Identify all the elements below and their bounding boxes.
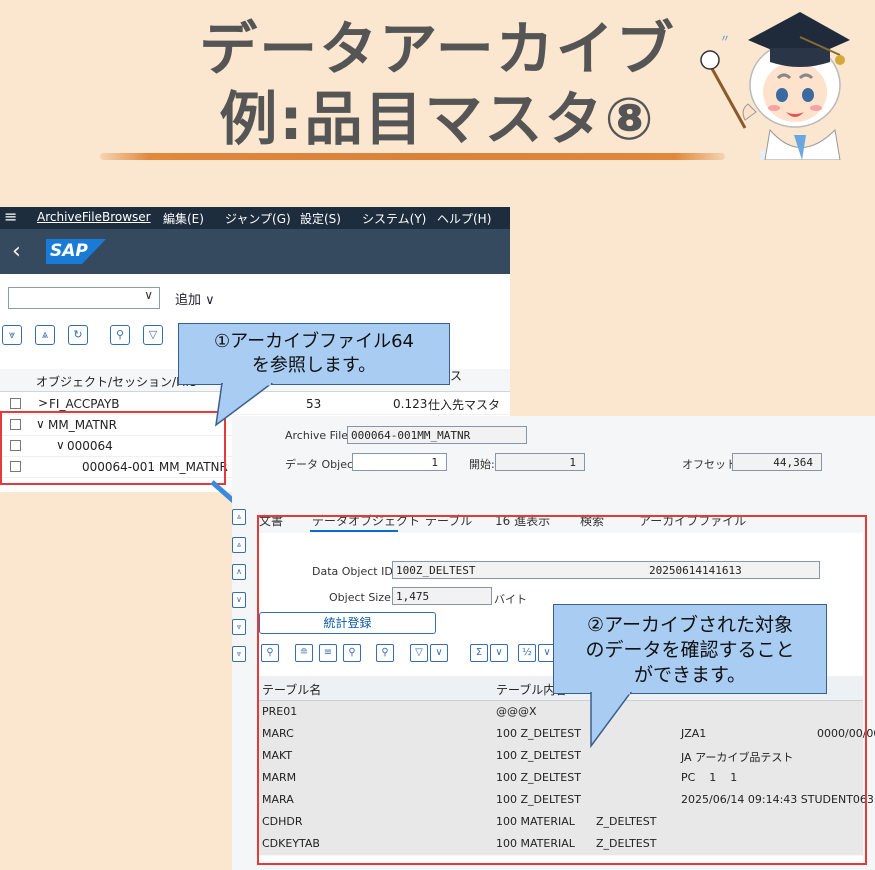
back-chevron-icon[interactable]: ‹ bbox=[12, 239, 21, 264]
start-field[interactable]: 1 bbox=[495, 453, 585, 471]
refresh-icon[interactable]: ↻ bbox=[68, 325, 88, 345]
tree-header-label: オブジェクト/セッション/File bbox=[36, 375, 197, 389]
offset-field[interactable]: 44,364 bbox=[732, 453, 822, 471]
menu-item-edit[interactable]: 編集(E) bbox=[163, 210, 204, 227]
filter-icon[interactable]: ▽ bbox=[143, 325, 163, 345]
row-size: 0.123 bbox=[393, 397, 428, 411]
data-object-label: データ Object: bbox=[285, 458, 362, 471]
menu-item-system[interactable]: システム(Y) bbox=[362, 210, 426, 227]
menu-item-jump[interactable]: ジャンプ(G) bbox=[225, 210, 291, 227]
brush-underline bbox=[100, 153, 725, 160]
expand-chevron-icon[interactable]: > bbox=[38, 396, 48, 410]
search-icon[interactable]: ⚲ bbox=[110, 325, 130, 345]
data-object-field[interactable]: 1 bbox=[352, 453, 447, 471]
prev-icon[interactable]: ∧ bbox=[232, 564, 246, 580]
professor-illustration: 〃 bbox=[700, 12, 850, 160]
callout-1-overflow-text: ス bbox=[450, 369, 463, 383]
collapse-all-icon[interactable]: ⩓ bbox=[35, 325, 55, 345]
next-icon[interactable]: ∨ bbox=[232, 592, 246, 608]
expand-all-icon[interactable]: ⩔ bbox=[2, 325, 22, 345]
callout-1: ①アーカイブファイル64 を参照します。 bbox=[178, 323, 450, 385]
svg-text:〃: 〃 bbox=[720, 34, 730, 45]
shell-bar: ‹ SAP bbox=[0, 229, 510, 274]
page-up-icon[interactable]: ⩓ bbox=[232, 537, 246, 553]
first-page-icon[interactable]: ⩓ bbox=[232, 509, 246, 525]
highlight-box-file bbox=[0, 411, 226, 485]
menu-item-help[interactable]: ヘルプ(H) bbox=[437, 210, 491, 227]
menu-bar: ≡ ArchiveFileBrowser 編集(E) ジャンプ(G) 設定(S)… bbox=[0, 207, 510, 229]
archive-file-field[interactable]: 000064-001MM_MATNR bbox=[347, 426, 527, 444]
chevron-down-icon: ∨ bbox=[144, 288, 153, 302]
callout-1-line1: ①アーカイブファイル64 bbox=[214, 331, 414, 352]
callout-2-tail bbox=[590, 692, 632, 748]
row-label: FI_ACCPAYB bbox=[49, 397, 120, 411]
callout-2-line1: ②アーカイブされた対象 bbox=[587, 614, 793, 636]
callout-2-line2: のデータを確認すること bbox=[585, 639, 795, 661]
row-checkbox[interactable] bbox=[10, 398, 21, 409]
start-label: 開始: bbox=[469, 458, 495, 471]
menu-item-settings[interactable]: 設定(S) bbox=[300, 210, 341, 227]
menu-item-archivefilebrowser[interactable]: ArchiveFileBrowser bbox=[37, 210, 151, 224]
hamburger-menu-icon[interactable]: ≡ bbox=[4, 207, 17, 226]
last-page-icon[interactable]: ⩔ bbox=[232, 646, 246, 662]
page-down-icon[interactable]: ⩔ bbox=[232, 619, 246, 635]
variant-dropdown[interactable]: ∨ bbox=[8, 287, 160, 309]
archive-file-label: Archive File: bbox=[285, 429, 352, 442]
add-button[interactable]: 追加 ∨ bbox=[175, 289, 215, 308]
sap-logo: SAP bbox=[46, 239, 106, 264]
callout-2: ②アーカイブされた対象 のデータを確認すること ができます。 bbox=[553, 604, 827, 694]
callout-1-line2: を参照します。 bbox=[251, 355, 377, 376]
row-count: 53 bbox=[306, 397, 322, 411]
callout-2-line3: ができます。 bbox=[633, 664, 747, 686]
